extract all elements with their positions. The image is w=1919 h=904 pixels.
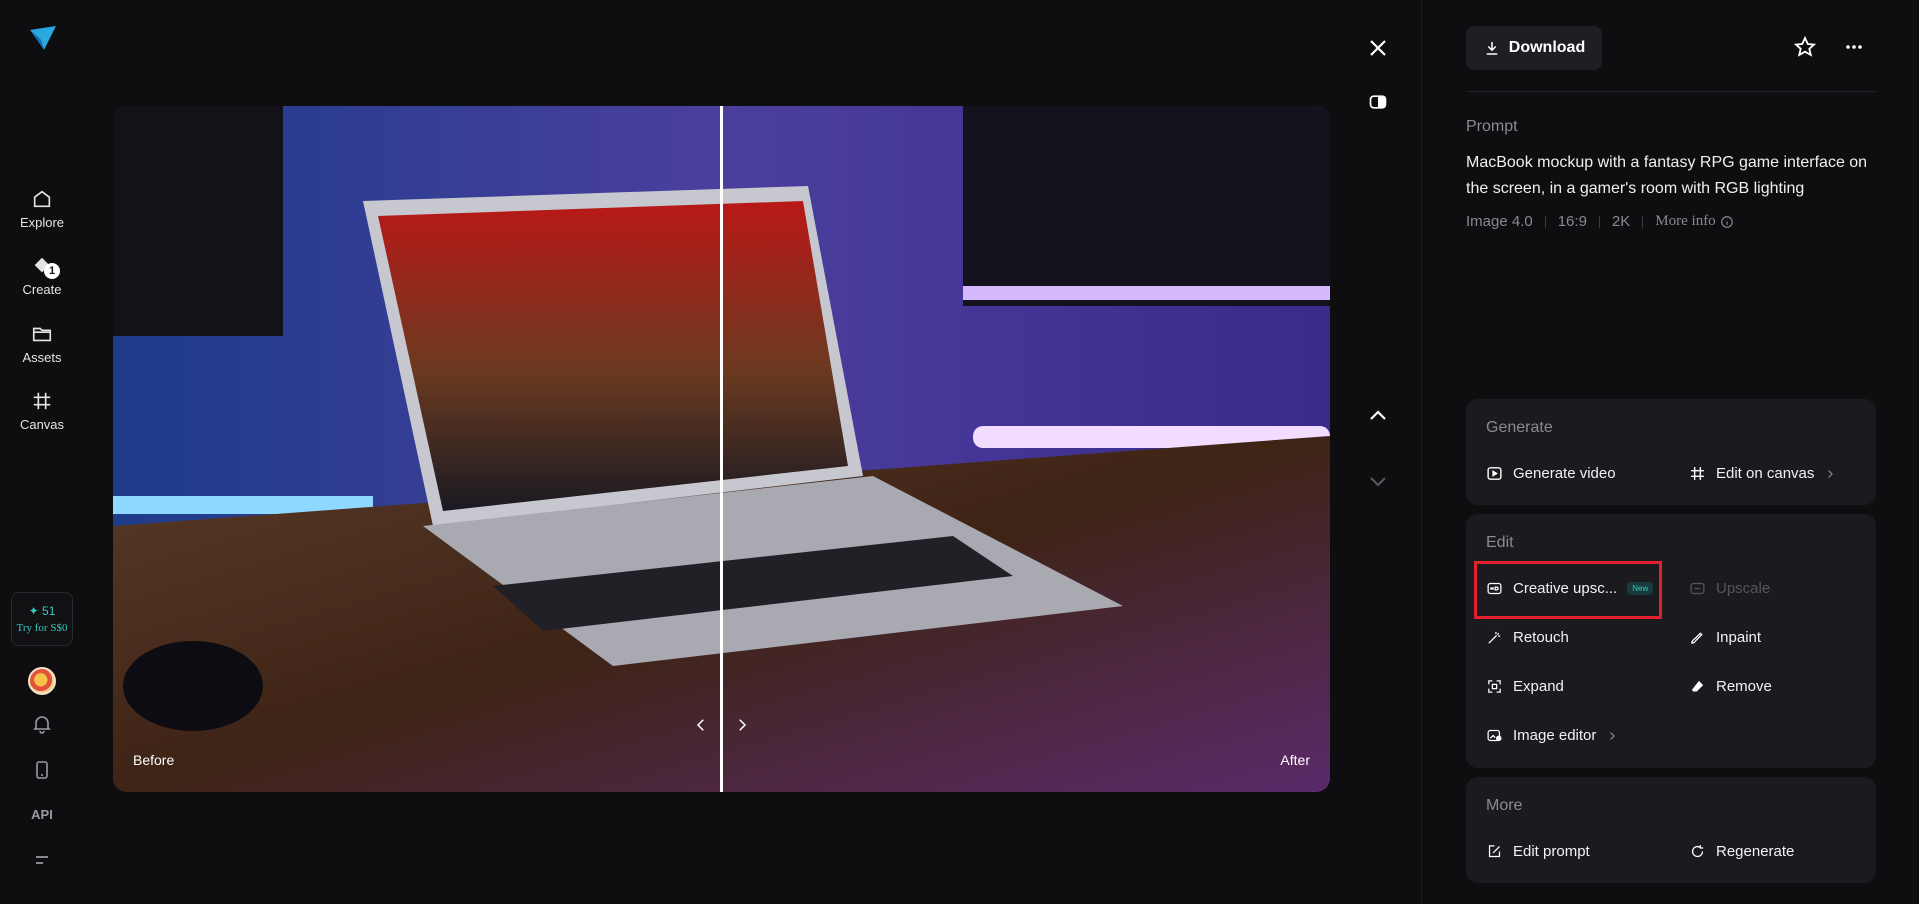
chevron-right-icon — [1610, 731, 1616, 740]
sidebar-item-canvas[interactable]: Canvas — [0, 390, 84, 432]
after-label: After — [1280, 752, 1310, 768]
meta-separator — [1642, 215, 1644, 228]
generate-video-label: Generate video — [1513, 465, 1616, 482]
chevron-right-icon[interactable] — [733, 716, 751, 734]
remove-label: Remove — [1716, 678, 1772, 695]
more-title: More — [1486, 797, 1523, 814]
generate-video-button[interactable]: Generate video — [1486, 465, 1616, 482]
more-card: More Edit prompt Regenerate — [1466, 777, 1876, 883]
upscale-label: Upscale — [1716, 580, 1771, 597]
edit-on-canvas-button[interactable]: Edit on canvas — [1689, 465, 1836, 482]
menu-icon[interactable] — [30, 848, 54, 872]
panel-divider — [1421, 0, 1422, 904]
folder-icon — [32, 327, 52, 342]
image-editor-icon — [1487, 729, 1502, 742]
upscale-icon — [1690, 582, 1705, 595]
chevron-down-icon[interactable] — [1366, 469, 1390, 493]
app-logo[interactable] — [28, 24, 58, 54]
prompt-label: Prompt — [1466, 118, 1518, 135]
resolution: 2K — [1611, 213, 1631, 230]
edit-prompt-label: Edit prompt — [1513, 843, 1590, 860]
meta-separator — [1544, 215, 1546, 228]
compare-toggle-icon[interactable] — [1368, 92, 1388, 112]
regenerate-button[interactable]: Regenerate — [1689, 843, 1794, 860]
left-sidebar: Explore 1 Create Assets Canvas ✦ 51 Try … — [0, 0, 84, 904]
before-label: Before — [133, 752, 175, 768]
play-icon — [1487, 467, 1502, 480]
creative-upscale-button[interactable]: Creative upsc... New — [1486, 580, 1654, 597]
credits-widget[interactable]: ✦ 51 Try for S$0 — [11, 592, 73, 646]
meta-separator — [1598, 215, 1600, 228]
image-compare-viewer[interactable]: Before After — [113, 106, 1330, 792]
notification-badge: 1 — [44, 263, 60, 279]
sidebar-item-create[interactable]: 1 Create — [0, 255, 84, 297]
credits-count: ✦ 51 — [28, 604, 56, 618]
aspect-ratio: 16:9 — [1557, 213, 1587, 230]
header-divider — [1466, 91, 1876, 92]
sidebar-item-assets[interactable]: Assets — [0, 323, 84, 365]
download-label: Download — [1508, 39, 1586, 56]
generate-card: Generate Generate video Edit on canvas — [1466, 399, 1876, 505]
sidebar-item-label: Assets — [22, 350, 62, 365]
bell-icon[interactable] — [30, 712, 54, 736]
star-icon[interactable] — [1793, 35, 1817, 59]
chevron-left-icon[interactable] — [692, 716, 710, 734]
api-link[interactable]: API — [0, 807, 84, 822]
remove-button[interactable]: Remove — [1689, 678, 1772, 695]
generate-title: Generate — [1486, 419, 1553, 436]
more-options-icon[interactable] — [1842, 35, 1866, 59]
sidebar-item-explore[interactable]: Explore — [0, 188, 84, 230]
app-root: Explore 1 Create Assets Canvas ✦ 51 Try … — [0, 0, 1919, 904]
sidebar-item-label: Explore — [19, 215, 65, 230]
trial-link[interactable]: Try for S$0 — [17, 622, 68, 634]
regenerate-label: Regenerate — [1716, 843, 1795, 860]
inpaint-button[interactable]: Inpaint — [1689, 629, 1761, 646]
image-meta: Image 4.0 16:9 2K More info — [1466, 213, 1734, 230]
chevron-up-icon[interactable] — [1366, 404, 1390, 428]
home-icon — [33, 190, 51, 208]
canvas-icon — [1691, 467, 1704, 480]
expand-icon — [1488, 680, 1501, 693]
compare-divider-handle[interactable] — [720, 106, 723, 792]
prompt-text: MacBook mockup with a fantasy RPG game i… — [1466, 154, 1868, 197]
download-button[interactable]: Download — [1466, 26, 1602, 70]
edit-on-canvas-label: Edit on canvas — [1716, 465, 1815, 482]
retouch-button[interactable]: Retouch — [1486, 629, 1569, 646]
edit-icon — [1488, 845, 1501, 858]
inpaint-label: Inpaint — [1716, 629, 1762, 646]
creative-upscale-label: Creative upsc... — [1513, 580, 1618, 597]
edit-card: Edit Creative upsc... New Upscale Retouc… — [1466, 514, 1876, 768]
avatar[interactable] — [28, 667, 56, 695]
more-info-label: More info — [1655, 213, 1716, 229]
new-badge: New — [1627, 582, 1654, 595]
image-editor-button[interactable]: Image editor — [1486, 727, 1618, 744]
info-icon — [1720, 215, 1733, 228]
sidebar-item-label: Create — [22, 282, 62, 297]
expand-button[interactable]: Expand — [1486, 678, 1564, 695]
close-icon[interactable] — [1366, 36, 1390, 60]
expand-label: Expand — [1513, 678, 1564, 695]
magic-wand-icon — [1488, 631, 1501, 644]
mobile-icon[interactable] — [30, 758, 54, 782]
inpaint-brush-icon — [1691, 632, 1703, 644]
model-version: Image 4.0 — [1466, 213, 1533, 230]
refresh-icon — [1691, 845, 1704, 858]
retouch-label: Retouch — [1513, 629, 1569, 646]
canvas-icon — [33, 392, 51, 410]
image-editor-label: Image editor — [1513, 727, 1597, 744]
sidebar-item-label: Canvas — [19, 417, 65, 432]
more-info-link[interactable]: More info — [1655, 213, 1733, 230]
upscale-button[interactable]: Upscale — [1689, 580, 1770, 597]
download-icon — [1486, 42, 1498, 55]
edit-prompt-button[interactable]: Edit prompt — [1486, 843, 1590, 860]
hd-upscale-icon — [1487, 582, 1502, 595]
chevron-right-icon — [1828, 469, 1834, 478]
eraser-icon — [1691, 680, 1704, 692]
edit-title: Edit — [1486, 534, 1514, 551]
